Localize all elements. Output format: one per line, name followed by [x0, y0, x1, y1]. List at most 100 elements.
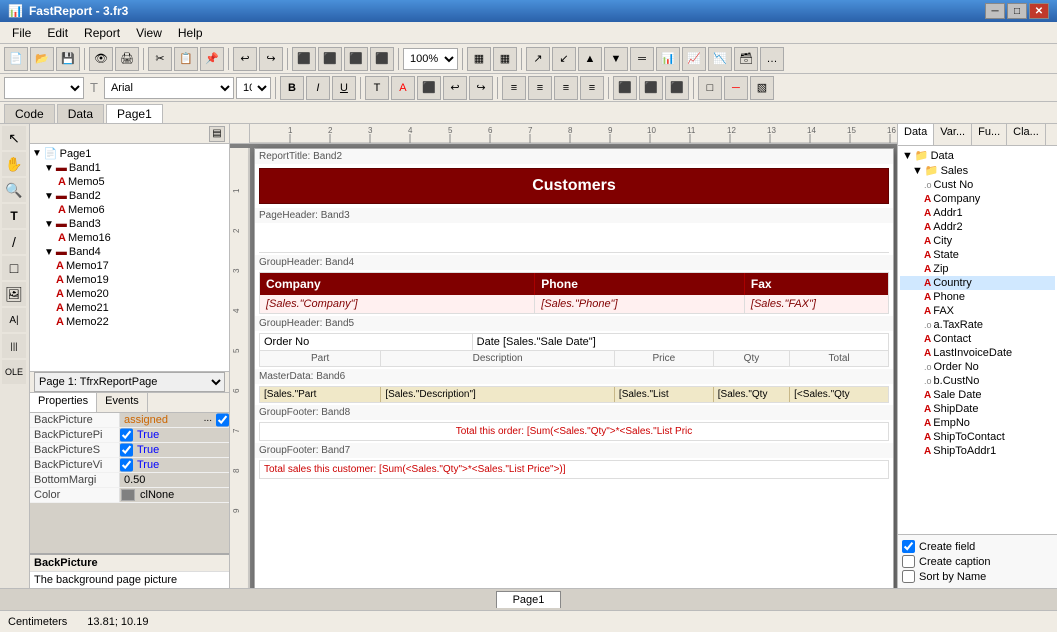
page-selector-dropdown[interactable]: Page 1: TfrxReportPage: [34, 372, 225, 392]
chart3-btn[interactable]: 📉: [708, 47, 732, 71]
tree-item-band1[interactable]: ▼ ▬ Band1: [32, 161, 227, 175]
prop-checkbox[interactable]: [216, 413, 229, 427]
highlight-btn[interactable]: ⬛: [417, 76, 441, 100]
page-area[interactable]: 1 2 3 4 5 6 7 8 9: [230, 124, 897, 588]
field-shipdate[interactable]: A ShipDate: [900, 402, 1055, 416]
style-select[interactable]: [4, 77, 84, 99]
tab-var[interactable]: Var...: [934, 124, 972, 145]
align-right-btn[interactable]: ⬛: [318, 47, 342, 71]
field-country[interactable]: A Country: [900, 276, 1055, 290]
more-btn[interactable]: …: [760, 47, 784, 71]
chart-btn[interactable]: 📊: [656, 47, 680, 71]
tree-item-memo5[interactable]: A Memo5: [32, 175, 227, 189]
copy-button[interactable]: 📋: [174, 47, 198, 71]
undo2-btn[interactable]: ↩: [443, 76, 467, 100]
align-bottom-btn[interactable]: ⬛: [370, 47, 394, 71]
close-button[interactable]: ✕: [1029, 3, 1049, 19]
tab-page1[interactable]: Page1: [106, 104, 163, 123]
tree-item-memo20[interactable]: A Memo20: [32, 287, 227, 301]
tree-item-memo16[interactable]: A Memo16: [32, 231, 227, 245]
align-left-btn[interactable]: ⬛: [292, 47, 316, 71]
insert-btn[interactable]: ↗: [526, 47, 550, 71]
tree-collapse-btn[interactable]: ▤: [209, 126, 225, 142]
menu-report[interactable]: Report: [76, 24, 128, 42]
redo-button[interactable]: ↪: [259, 47, 283, 71]
field-orderno[interactable]: .o Order No: [900, 360, 1055, 374]
tree-item-band4[interactable]: ▼ ▬ Band4: [32, 245, 227, 259]
move-up-btn[interactable]: ▲: [578, 47, 602, 71]
italic-button[interactable]: I: [306, 76, 330, 100]
zoom-select[interactable]: 100% 75% 150%: [403, 48, 458, 70]
font-size-select[interactable]: 10 8 12: [236, 77, 271, 99]
grid-btn1[interactable]: ▦: [467, 47, 491, 71]
align-center-text-btn[interactable]: ≡: [528, 76, 552, 100]
prop-edit-btn[interactable]: ...: [202, 413, 214, 427]
font-select[interactable]: Arial Times New Roman: [104, 77, 234, 99]
undo-button[interactable]: ↩: [233, 47, 257, 71]
field-addr1[interactable]: A Addr1: [900, 206, 1055, 220]
data-root[interactable]: ▼ 📁 Data: [900, 148, 1055, 163]
tree-item-memo17[interactable]: A Memo17: [32, 259, 227, 273]
field-empno[interactable]: A EmpNo: [900, 416, 1055, 430]
tab-cla[interactable]: Cla...: [1007, 124, 1046, 145]
tab-events[interactable]: Events: [97, 393, 148, 412]
barcode-tool[interactable]: |||: [2, 334, 26, 358]
tree-item-memo22[interactable]: A Memo22: [32, 315, 227, 329]
paste-button[interactable]: 📌: [200, 47, 224, 71]
menu-edit[interactable]: Edit: [39, 24, 76, 42]
field-phone[interactable]: A Phone: [900, 290, 1055, 304]
tree-item-memo21[interactable]: A Memo21: [32, 301, 227, 315]
minimize-button[interactable]: ─: [985, 3, 1005, 19]
rect-tool[interactable]: □: [2, 256, 26, 280]
data-sales[interactable]: ▼ 📁 Sales: [900, 163, 1055, 178]
grid-btn2[interactable]: ▦: [493, 47, 517, 71]
prop-value[interactable]: 0.50: [120, 473, 229, 487]
field-contact[interactable]: A Contact: [900, 332, 1055, 346]
prop-value[interactable]: True: [133, 428, 229, 442]
hand-tool[interactable]: ✋: [2, 152, 26, 176]
field-addr2[interactable]: A Addr2: [900, 220, 1055, 234]
prop-value[interactable]: clNone: [136, 488, 229, 502]
field-saledate[interactable]: A Sale Date: [900, 388, 1055, 402]
prop-checkbox[interactable]: [120, 428, 133, 442]
prop-value[interactable]: True: [133, 443, 229, 457]
justify-text-btn[interactable]: ≡: [580, 76, 604, 100]
field-shiptocontact[interactable]: A ShipToContact: [900, 430, 1055, 444]
sort-by-name-checkbox[interactable]: [902, 570, 915, 583]
print-button[interactable]: 🖨: [115, 47, 139, 71]
text-top-btn[interactable]: ⬛: [613, 76, 637, 100]
text-mid-btn[interactable]: ⬛: [639, 76, 663, 100]
prop-checkbox[interactable]: [120, 443, 133, 457]
chart4-btn[interactable]: 🗃: [734, 47, 758, 71]
field-state[interactable]: A State: [900, 248, 1055, 262]
font-color-btn[interactable]: A: [391, 76, 415, 100]
align-right-text-btn[interactable]: ≡: [554, 76, 578, 100]
move-dn-btn[interactable]: ▼: [604, 47, 628, 71]
field-tool[interactable]: A|: [2, 308, 26, 332]
page1-tab[interactable]: Page1: [496, 591, 562, 608]
field-shiptoadd1[interactable]: A ShipToAddr1: [900, 444, 1055, 458]
menu-file[interactable]: File: [4, 24, 39, 42]
create-field-checkbox[interactable]: [902, 540, 915, 553]
tree-item-page1[interactable]: ▼ 📄 Page1: [32, 146, 227, 161]
line-tool[interactable]: /: [2, 230, 26, 254]
field-city[interactable]: A City: [900, 234, 1055, 248]
bold-button[interactable]: B: [280, 76, 304, 100]
align-top-btn[interactable]: ⬛: [344, 47, 368, 71]
field-bcustno[interactable]: .o b.CustNo: [900, 374, 1055, 388]
tree-item-memo6[interactable]: A Memo6: [32, 203, 227, 217]
zoom-tool[interactable]: 🔍: [2, 178, 26, 202]
text-bot-btn[interactable]: ⬛: [665, 76, 689, 100]
prop-checkbox[interactable]: [120, 458, 133, 472]
tab-data-panel[interactable]: Data: [898, 124, 934, 145]
field-custno[interactable]: .o Cust No: [900, 178, 1055, 192]
frame-btn[interactable]: □: [698, 76, 722, 100]
delete-btn[interactable]: ↙: [552, 47, 576, 71]
print-preview-button[interactable]: 👁: [89, 47, 113, 71]
menu-view[interactable]: View: [128, 24, 170, 42]
save-button[interactable]: 💾: [56, 47, 80, 71]
tree-item-memo19[interactable]: A Memo19: [32, 273, 227, 287]
tab-properties[interactable]: Properties: [30, 393, 97, 412]
select-tool[interactable]: ↖: [2, 126, 26, 150]
field-taxrate[interactable]: .o a.TaxRate: [900, 318, 1055, 332]
